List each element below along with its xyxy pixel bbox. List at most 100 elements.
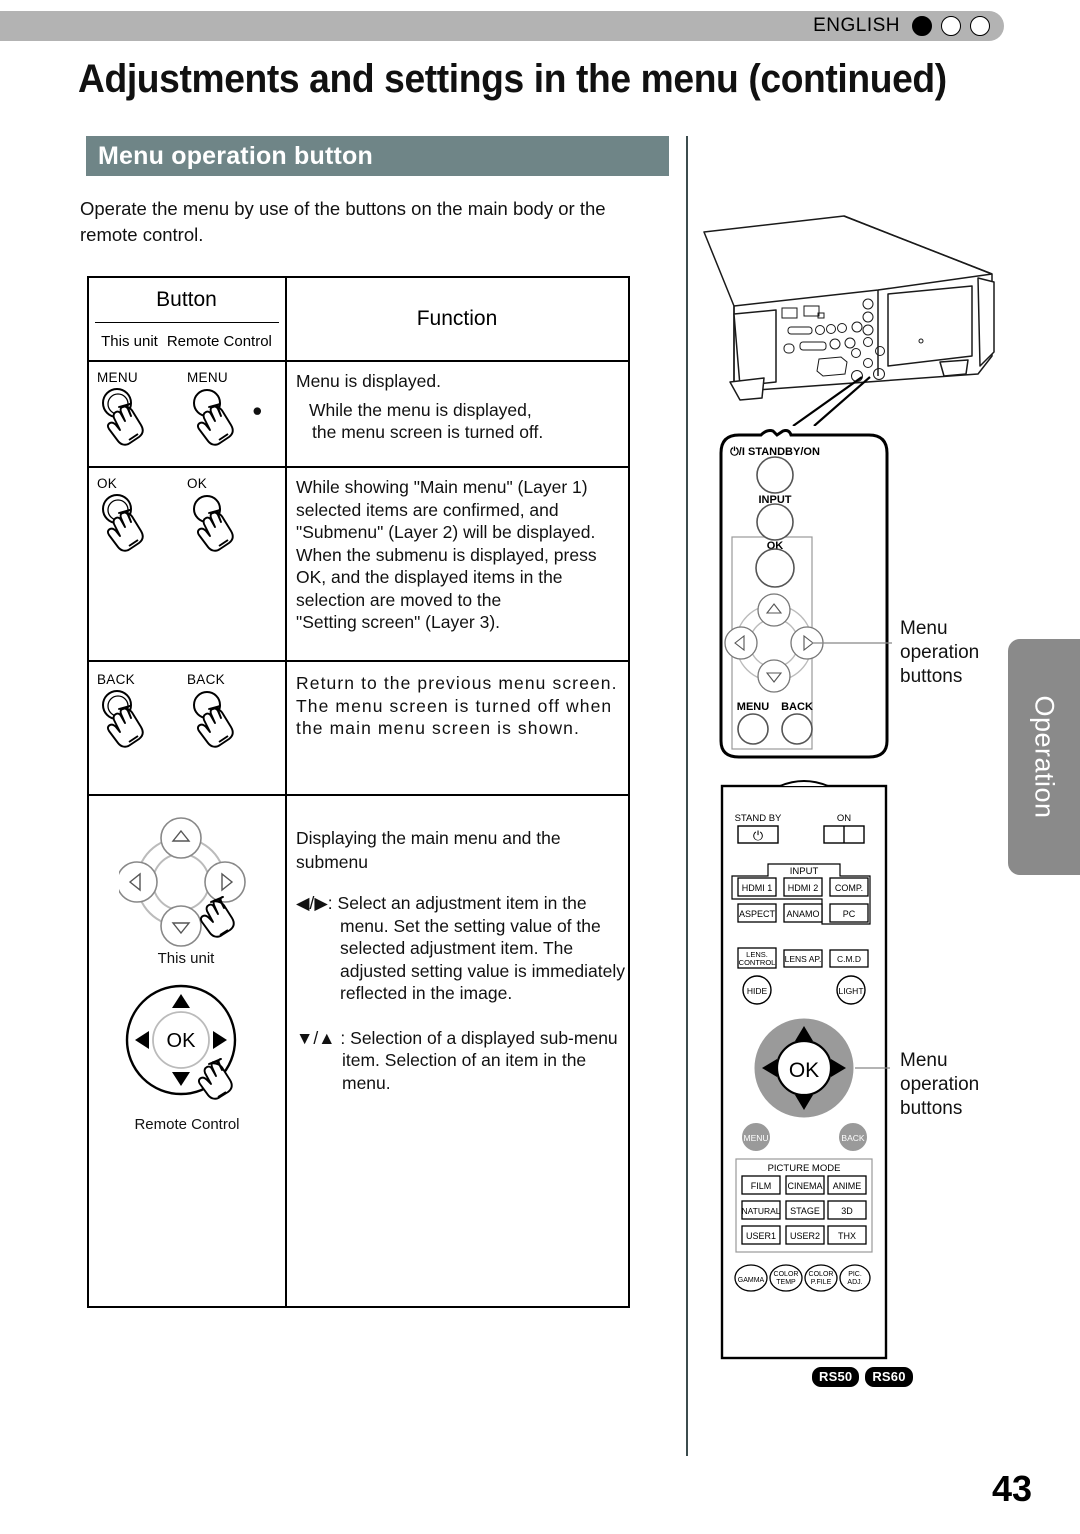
table-rule-3 xyxy=(89,660,628,662)
svg-text:CINEMA: CINEMA xyxy=(787,1181,822,1191)
column-divider xyxy=(686,136,688,1456)
remote-control-caption: Remote Control xyxy=(134,1116,240,1133)
row3-fn-line2: The menu screen is turned off when xyxy=(296,695,613,716)
page-indicator-dot-1 xyxy=(912,16,932,36)
svg-text:HDMI 2: HDMI 2 xyxy=(788,883,819,893)
up-down-arrow-icon: ▼/▲ xyxy=(296,1027,336,1048)
language-label: ENGLISH xyxy=(813,15,900,36)
row2-fn-line7: "Setting screen" (Layer 3). xyxy=(296,612,501,632)
svg-text:COMP.: COMP. xyxy=(835,883,863,893)
control-panel-callout-line3: buttons xyxy=(900,666,963,687)
svg-text:COLOR: COLOR xyxy=(774,1271,799,1278)
row2-unit-label: OK xyxy=(97,476,118,491)
model-badges: RS50 RS60 xyxy=(812,1367,913,1387)
press-ok-this-unit-icon xyxy=(97,492,161,554)
svg-text:ANIME: ANIME xyxy=(833,1181,862,1191)
press-back-remote-icon xyxy=(187,688,251,750)
remote-dpad-illustration: OK xyxy=(121,978,249,1106)
svg-text:MENU: MENU xyxy=(743,1133,768,1143)
table-rule-2 xyxy=(89,466,628,468)
press-back-this-unit-icon xyxy=(97,688,161,750)
table-header: Button This unit Remote Control Function xyxy=(89,278,628,360)
row4-bullet-2: ▼/▲ : Selection of a displayed sub-menu … xyxy=(296,1027,618,1093)
svg-text:FILM: FILM xyxy=(751,1181,772,1191)
table-rule-4 xyxy=(89,794,628,796)
row1-function: Menu is displayed. ● While the menu is di… xyxy=(252,370,626,444)
section-side-tab: Operation xyxy=(1008,639,1080,875)
svg-text:HIDE: HIDE xyxy=(747,986,768,996)
bullet-icon: ● xyxy=(252,399,263,420)
projector-illustration xyxy=(692,186,1022,426)
svg-text:STAND BY: STAND BY xyxy=(735,813,782,824)
button-function-table: Button This unit Remote Control Function… xyxy=(87,276,630,1308)
row1-remote-label: MENU xyxy=(187,370,228,385)
left-right-arrow-icon: ◀/▶ xyxy=(296,893,328,913)
svg-text:THX: THX xyxy=(838,1231,856,1241)
header-button: Button xyxy=(156,288,217,311)
table-column-divider xyxy=(285,278,287,1306)
row4-function: Displaying the main menu and the submenu… xyxy=(296,826,626,1094)
row4-bullet-1: ◀/▶: Select an adjustment item in the me… xyxy=(296,893,626,1003)
row4-fn-heading: Displaying the main menu and the submenu xyxy=(296,828,561,872)
row3-fn-line1: Return to the previous menu screen. xyxy=(296,673,618,693)
svg-text:MENU: MENU xyxy=(737,701,769,713)
side-tab-label: Operation xyxy=(1029,695,1060,819)
row2-fn-line5: OK, and the displayed items in the xyxy=(296,567,563,587)
svg-text:CONTROL: CONTROL xyxy=(739,958,776,967)
badge-rs50: RS50 xyxy=(812,1367,860,1387)
row2-fn-line2: selected items are confirmed, and xyxy=(296,499,559,520)
svg-text:NATURAL: NATURAL xyxy=(741,1206,780,1216)
row2-fn-line4: When the submenu is displayed, press xyxy=(296,544,597,565)
row3-fn-line3: the main menu screen is shown. xyxy=(296,718,580,738)
row1-unit-label: MENU xyxy=(97,370,138,385)
svg-text:PIC.: PIC. xyxy=(848,1271,862,1278)
press-menu-this-unit-icon xyxy=(97,386,161,448)
svg-text:USER1: USER1 xyxy=(746,1231,776,1241)
this-unit-caption: This unit xyxy=(157,950,215,967)
row1-fn-line3: the menu screen is turned off. xyxy=(312,422,544,442)
svg-text:BACK: BACK xyxy=(841,1133,864,1143)
row2-function: While showing "Main menu" (Layer 1) sele… xyxy=(296,476,626,634)
header-function: Function xyxy=(416,307,498,330)
standby-on-label: ⏻/I STANDBY/ON xyxy=(730,445,820,458)
svg-text:LENS AP.: LENS AP. xyxy=(785,954,822,964)
section-heading: Menu operation button xyxy=(86,136,669,176)
remote-callout-line2: operation xyxy=(900,1074,980,1095)
press-menu-remote-icon xyxy=(187,386,251,448)
svg-text:STAGE: STAGE xyxy=(790,1206,820,1216)
header-subcolumns: This unit Remote Control xyxy=(89,322,284,360)
row1-fn-line2: ● While the menu is displayed, xyxy=(252,399,532,420)
svg-text:⏻: ⏻ xyxy=(753,829,763,844)
svg-text:PICTURE MODE: PICTURE MODE xyxy=(768,1163,841,1174)
page-indicator-dot-3 xyxy=(970,16,990,36)
svg-text:LIGHT: LIGHT xyxy=(838,986,863,996)
remote-control-illustration: STAND BY ON ⏻ INPUT HDMI 1 HDMI 2 COMP. … xyxy=(718,778,890,1363)
svg-text:HDMI 1: HDMI 1 xyxy=(742,883,773,893)
press-ok-remote-icon xyxy=(187,492,251,554)
control-panel-callout: Menu operation buttons xyxy=(900,617,979,689)
svg-text:OK: OK xyxy=(167,1030,197,1052)
row2-fn-line3: "Submenu" (Layer 2) will be displayed. xyxy=(296,522,596,542)
remote-callout-line1: Menu xyxy=(900,1050,948,1071)
control-panel-callout-line2: operation xyxy=(900,642,980,663)
row3-function: Return to the previous menu screen. The … xyxy=(296,672,626,740)
svg-text:GAMMA: GAMMA xyxy=(738,1277,765,1284)
svg-text:3D: 3D xyxy=(841,1206,853,1216)
row3-remote-label: BACK xyxy=(187,672,225,687)
svg-text:ADJ.: ADJ. xyxy=(847,1279,862,1286)
svg-text:ANAMO: ANAMO xyxy=(786,909,819,919)
row2-remote-label: OK xyxy=(187,476,208,491)
svg-text:USER2: USER2 xyxy=(790,1231,820,1241)
row1-fn-line1: Menu is displayed. xyxy=(296,371,441,391)
svg-text:TEMP: TEMP xyxy=(776,1279,796,1286)
header-remote-control: Remote Control xyxy=(166,332,272,350)
svg-text:C.M.D: C.M.D xyxy=(837,954,861,964)
intro-paragraph: Operate the menu by use of the buttons o… xyxy=(80,198,606,245)
row3-unit-label: BACK xyxy=(97,672,135,687)
page-title: Adjustments and settings in the menu (co… xyxy=(78,57,947,101)
page-indicator-dot-2 xyxy=(941,16,961,36)
this-unit-dpad-illustration xyxy=(116,816,253,950)
svg-text:ASPECT: ASPECT xyxy=(739,909,776,919)
control-panel-detail: ⏻/I STANDBY/ON INPUT OK MENU BACK xyxy=(717,427,895,765)
svg-text:ON: ON xyxy=(837,813,851,824)
